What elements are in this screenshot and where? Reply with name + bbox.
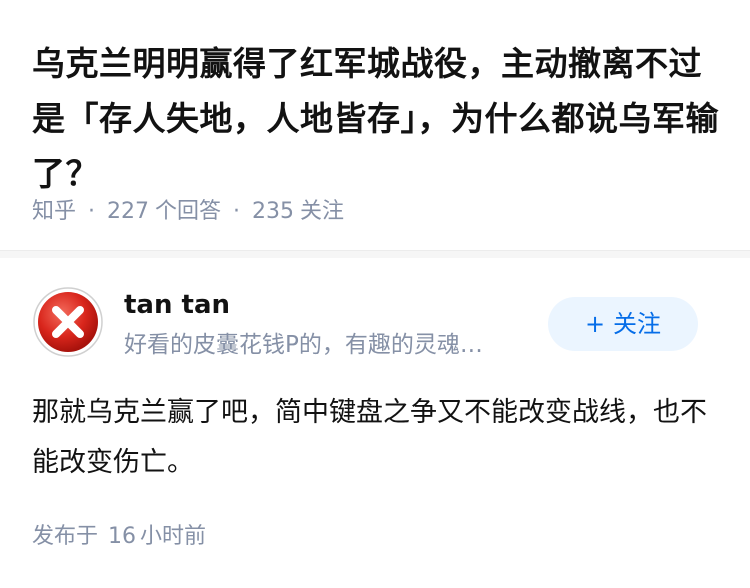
avatar[interactable] <box>32 286 104 358</box>
time-suffix: 小时前 <box>140 524 207 549</box>
error-x-icon <box>33 287 103 357</box>
answer-content[interactable]: 那就乌克兰赢了吧，简中键盘之争又不能改变战线，也不能改变伤亡。 <box>32 388 718 488</box>
time-value: 16 <box>108 524 137 549</box>
followers-label: 关注 <box>300 199 345 224</box>
follow-button[interactable]: + 关注 <box>548 297 698 351</box>
answers-label[interactable]: 个回答 <box>155 199 221 224</box>
answer-time: 发布于 16 小时前 <box>32 521 206 553</box>
author-bio: 好看的皮囊花钱P的，有趣的灵魂… <box>124 332 483 358</box>
follow-label: 关注 <box>613 310 662 338</box>
meta-separator: · <box>88 199 96 224</box>
section-divider <box>0 250 750 258</box>
answers-count[interactable]: 227 <box>107 199 149 224</box>
question-title[interactable]: 乌克兰明明赢得了红军城战役，主动撤离不过是「存人失地，人地皆存」，为什么都说乌军… <box>32 36 722 201</box>
meta-separator: · <box>233 199 241 224</box>
source-label[interactable]: 知乎 <box>32 199 76 224</box>
question-meta: 知乎 · 227 个回答 · 235 关注 <box>32 196 344 228</box>
time-prefix: 发布于 <box>32 524 99 549</box>
plus-icon: + <box>584 310 606 338</box>
author-name[interactable]: tan tan <box>124 288 230 322</box>
followers-count: 235 <box>252 199 295 224</box>
